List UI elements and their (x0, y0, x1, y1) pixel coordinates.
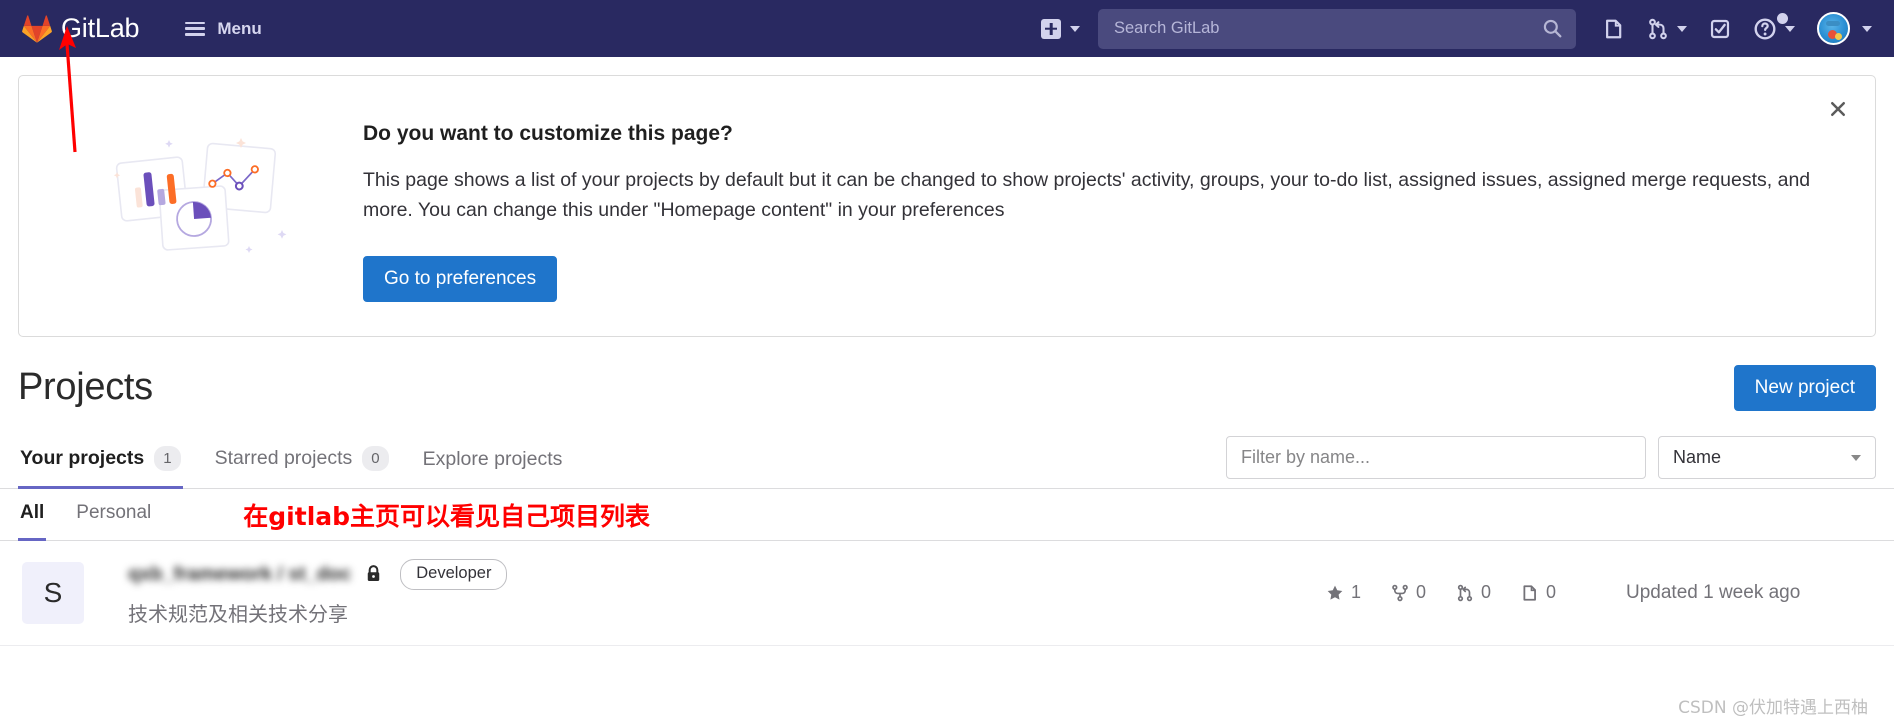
banner-body: Do you want to customize this page? This… (321, 102, 1845, 302)
customize-page-banner: Do you want to customize this page? This… (18, 75, 1876, 337)
search-input[interactable] (1112, 18, 1543, 39)
charts-cards-illustration-icon (109, 124, 321, 269)
sort-by-select[interactable]: Name (1658, 436, 1876, 479)
help-icon (1754, 18, 1776, 39)
gitlab-projects-page: GitLab Menu Search GitLab Do you want to… (0, 0, 1894, 726)
merge-requests-nav-button[interactable] (1636, 0, 1698, 57)
avatar (1817, 12, 1850, 45)
chevron-down-icon (1862, 25, 1872, 32)
issue-icon (1523, 585, 1536, 601)
top-navbar: GitLab Menu (0, 0, 1894, 57)
star-icon (1327, 585, 1343, 600)
chevron-down-icon (1851, 454, 1861, 461)
tab-count-badge: 0 (362, 446, 389, 471)
tab-your-projects[interactable]: Your projects 1 (18, 435, 183, 489)
stat-issues[interactable]: 0 (1521, 582, 1556, 603)
fork-icon (1392, 584, 1408, 602)
stat-value: 1 (1350, 582, 1361, 603)
chevron-down-icon (1070, 25, 1080, 32)
projects-tabs-row: Your projects 1 Starred projects 0 Explo… (0, 435, 1894, 489)
tab-label: Starred projects (214, 447, 353, 469)
page-title: Projects (18, 366, 153, 409)
stat-value: 0 (1545, 582, 1556, 603)
filter-by-name-input[interactable] (1226, 436, 1646, 479)
navbar-right (1041, 0, 1876, 57)
watermark: CSDN @伏加特遇上西柚 (1678, 698, 1868, 718)
stat-stars[interactable]: 1 (1326, 582, 1361, 603)
subtab-personal[interactable]: Personal (74, 489, 153, 541)
project-name-link[interactable]: qxb_framework / st_doc (128, 563, 351, 586)
close-icon[interactable] (1821, 92, 1855, 126)
issues-icon (1606, 19, 1622, 38)
search-icon (1543, 19, 1562, 38)
merge-request-icon (1457, 584, 1473, 602)
subtab-all[interactable]: All (18, 489, 47, 541)
chevron-down-icon (1677, 25, 1687, 32)
page-header: Projects New project (0, 337, 1894, 411)
lock-icon (365, 564, 382, 584)
merge-requests-icon (1649, 18, 1667, 39)
main-menu-button[interactable]: Menu (177, 13, 269, 45)
tab-explore-projects[interactable]: Explore projects (421, 437, 565, 489)
banner-container: Do you want to customize this page? This… (0, 57, 1894, 337)
todos-icon (1710, 19, 1730, 38)
projects-filter-controls: Name (1226, 436, 1876, 487)
tab-label: Explore projects (422, 448, 563, 470)
project-updated-text: Updated 1 week ago (1626, 581, 1801, 603)
tab-starred-projects[interactable]: Starred projects 0 (213, 435, 391, 489)
project-role-badge: Developer (400, 559, 508, 590)
new-project-button[interactable]: New project (1733, 365, 1876, 411)
issues-nav-button[interactable] (1592, 0, 1636, 57)
stat-value: 0 (1480, 582, 1491, 603)
create-new-button[interactable] (1041, 18, 1080, 39)
tab-label: Your projects (20, 447, 145, 469)
todos-nav-button[interactable] (1698, 0, 1742, 57)
search-bar[interactable] (1098, 8, 1576, 49)
banner-description: This page shows a list of your projects … (363, 169, 1811, 221)
chevron-down-icon (1785, 25, 1795, 32)
tab-count-badge: 1 (154, 446, 181, 471)
project-stats: 1 0 0 0 (1296, 582, 1556, 603)
gitlab-tanuki-logo-icon (22, 14, 52, 44)
go-to-preferences-button[interactable]: Go to preferences (363, 255, 558, 302)
project-avatar: S (22, 561, 84, 624)
projects-subtabs-row: All Personal 在gitlab主页可以看见自己项目列表 (0, 489, 1894, 541)
main-menu-label: Menu (217, 18, 262, 38)
project-info: qxb_framework / st_doc Developer 技术规范及相关… (128, 559, 1296, 627)
project-list-item[interactable]: S qxb_framework / st_doc Developer 技术规范及… (0, 541, 1894, 646)
navbar-left: GitLab Menu (22, 13, 270, 45)
help-notification-dot (1777, 13, 1788, 24)
project-title-row: qxb_framework / st_doc Developer (128, 559, 1296, 590)
hamburger-menu-icon (185, 21, 206, 36)
sort-by-value: Name (1673, 447, 1722, 467)
gitlab-wordmark: GitLab (61, 13, 140, 43)
projects-list: S qxb_framework / st_doc Developer 技术规范及… (0, 541, 1894, 646)
help-nav-button[interactable] (1742, 0, 1806, 57)
plus-square-icon (1041, 18, 1061, 39)
stat-merge-requests[interactable]: 0 (1456, 582, 1491, 603)
user-menu-button[interactable] (1806, 0, 1876, 57)
annotation-red-text: 在gitlab主页可以看见自己项目列表 (243, 501, 651, 531)
stat-value: 0 (1415, 582, 1426, 603)
project-description: 技术规范及相关技术分享 (128, 601, 348, 626)
stat-forks[interactable]: 0 (1391, 582, 1426, 603)
gitlab-home-link[interactable]: GitLab (22, 13, 140, 44)
projects-tabs: Your projects 1 Starred projects 0 Explo… (18, 435, 594, 489)
banner-title: Do you want to customize this page? (363, 122, 733, 145)
